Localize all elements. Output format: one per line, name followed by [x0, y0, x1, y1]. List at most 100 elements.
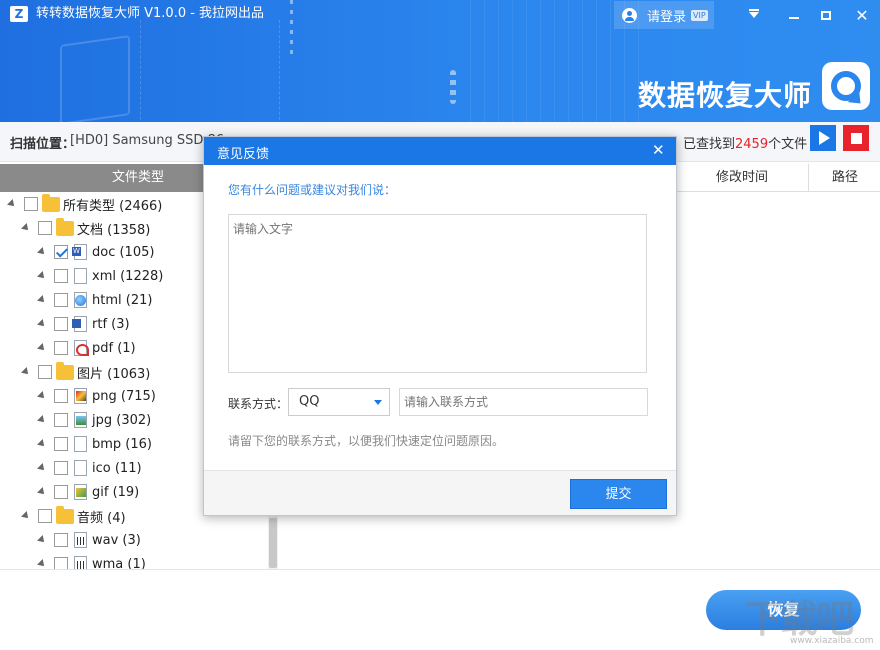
- app-logo-icon: Z: [10, 6, 28, 22]
- bmp-file-icon: [74, 436, 87, 452]
- expand-arrow-icon[interactable]: [37, 343, 47, 353]
- expand-arrow-icon[interactable]: [37, 535, 47, 545]
- banner-decoration: [60, 35, 130, 122]
- folder-icon: [56, 505, 74, 524]
- tree-scrollbar-thumb[interactable]: [269, 518, 277, 568]
- tree-item[interactable]: gif (19): [37, 480, 139, 504]
- expand-arrow-icon[interactable]: [37, 463, 47, 473]
- close-window-button[interactable]: ✕: [851, 4, 873, 26]
- tree-item[interactable]: wav (3): [37, 528, 141, 552]
- tree-item-label: xml (1228): [92, 268, 164, 284]
- tree-item[interactable]: ico (11): [37, 456, 142, 480]
- dialog-close-button[interactable]: ✕: [652, 141, 665, 159]
- tree-item-checkbox[interactable]: [54, 293, 68, 307]
- play-icon: [819, 131, 830, 145]
- expand-arrow-icon[interactable]: [37, 415, 47, 425]
- tree-item-checkbox[interactable]: [54, 485, 68, 499]
- png-file-icon: [74, 388, 87, 404]
- window-title: 转转数据恢复大师 V1.0.0 - 我拉网出品: [36, 6, 265, 21]
- tree-item-checkbox[interactable]: [54, 245, 68, 259]
- tree-item-label: rtf (3): [92, 316, 130, 332]
- tree-item-checkbox[interactable]: [38, 221, 52, 235]
- tree-item-checkbox[interactable]: [54, 389, 68, 403]
- expand-arrow-icon[interactable]: [37, 295, 47, 305]
- tree-item-label: 所有类型 (2466): [63, 198, 163, 214]
- close-icon: ✕: [855, 5, 869, 25]
- expand-arrow-icon[interactable]: [37, 439, 47, 449]
- found-suffix: 个文件: [768, 137, 808, 152]
- tree-item-checkbox[interactable]: [54, 557, 68, 569]
- expand-arrow-icon[interactable]: [37, 391, 47, 401]
- minimize-icon: [789, 17, 799, 19]
- tree-item-label: wav (3): [92, 532, 141, 548]
- tree-item-label: bmp (16): [92, 436, 152, 452]
- tree-item[interactable]: bmp (16): [37, 432, 152, 456]
- resume-scan-button[interactable]: [810, 125, 836, 151]
- tree-item[interactable]: doc (105): [37, 240, 154, 264]
- tree-item-checkbox[interactable]: [38, 509, 52, 523]
- expand-arrow-icon[interactable]: [37, 271, 47, 281]
- tree-item-checkbox[interactable]: [54, 461, 68, 475]
- dialog-title-bar: 意见反馈 ✕: [204, 137, 676, 165]
- expand-arrow-icon[interactable]: [37, 319, 47, 329]
- expand-arrow-icon[interactable]: [7, 199, 17, 209]
- tree-item-label: wma (1): [92, 556, 146, 570]
- brand-ring-icon: [831, 71, 861, 101]
- scan-location-label: 扫描位置：: [10, 137, 76, 152]
- pdf-file-icon: [74, 340, 89, 356]
- tree-item[interactable]: png (715): [37, 384, 156, 408]
- stop-scan-button[interactable]: [843, 125, 869, 151]
- column-path[interactable]: 路径: [810, 164, 880, 192]
- tree-item-checkbox[interactable]: [54, 533, 68, 547]
- rtf-file-icon: [72, 316, 87, 332]
- scan-location-value: [HD0] Samsung SSD 86: [70, 133, 225, 148]
- tree-item-checkbox[interactable]: [54, 317, 68, 331]
- maximize-button[interactable]: [815, 4, 837, 26]
- tree-item[interactable]: xml (1228): [37, 264, 164, 288]
- tree-item-checkbox[interactable]: [54, 341, 68, 355]
- tree-item[interactable]: 文档 (1358): [21, 216, 150, 240]
- contact-input[interactable]: [399, 388, 648, 416]
- brand-title: 数据恢复大师: [638, 79, 813, 112]
- contact-type-select[interactable]: QQ: [288, 388, 390, 416]
- login-button[interactable]: 请登录 VIP: [614, 1, 714, 29]
- tree-item[interactable]: 图片 (1063): [21, 360, 150, 384]
- minimize-button[interactable]: [783, 4, 805, 26]
- tree-item[interactable]: rtf (3): [37, 312, 130, 336]
- dialog-body: 您有什么问题或建议对我们说： 联系方式： QQ 请留下您的联系方式，以便我们快速…: [204, 165, 676, 470]
- chevron-down-icon: [374, 400, 382, 405]
- expand-arrow-icon[interactable]: [21, 367, 31, 377]
- expand-arrow-icon[interactable]: [37, 559, 47, 569]
- maximize-icon: [821, 10, 831, 20]
- tree-item-label: html (21): [92, 292, 153, 308]
- tree-item[interactable]: 所有类型 (2466): [7, 192, 163, 216]
- user-avatar-icon: [622, 7, 637, 23]
- dialog-title: 意见反馈: [217, 147, 270, 162]
- tree-item-checkbox[interactable]: [24, 197, 38, 211]
- brand-logo-icon: [822, 62, 870, 110]
- folder-icon: [56, 361, 74, 380]
- expand-arrow-icon[interactable]: [37, 487, 47, 497]
- tree-item[interactable]: pdf (1): [37, 336, 136, 360]
- column-modified-time[interactable]: 修改时间: [676, 164, 809, 192]
- header-banner: Z 转转数据恢复大师 V1.0.0 - 我拉网出品 请登录 VIP ✕ 数据恢复…: [0, 0, 880, 122]
- folder-icon: [42, 193, 60, 212]
- tree-item-checkbox[interactable]: [38, 365, 52, 379]
- tree-item[interactable]: wma (1): [37, 552, 146, 570]
- expand-arrow-icon[interactable]: [21, 223, 31, 233]
- banner-decoration: [140, 20, 280, 122]
- expand-arrow-icon[interactable]: [21, 511, 31, 521]
- login-label: 请登录: [647, 9, 687, 25]
- tree-item[interactable]: jpg (302): [37, 408, 152, 432]
- tree-item-checkbox[interactable]: [54, 413, 68, 427]
- tree-item-checkbox[interactable]: [54, 437, 68, 451]
- submit-button[interactable]: 提交: [570, 479, 667, 509]
- menu-button[interactable]: [743, 4, 765, 26]
- feedback-textarea[interactable]: [228, 214, 647, 373]
- tree-item-label: jpg (302): [92, 412, 152, 428]
- expand-arrow-icon[interactable]: [37, 247, 47, 257]
- tree-item[interactable]: html (21): [37, 288, 153, 312]
- tree-item-checkbox[interactable]: [54, 269, 68, 283]
- tree-item[interactable]: 音频 (4): [21, 504, 126, 528]
- folder-icon: [56, 217, 74, 236]
